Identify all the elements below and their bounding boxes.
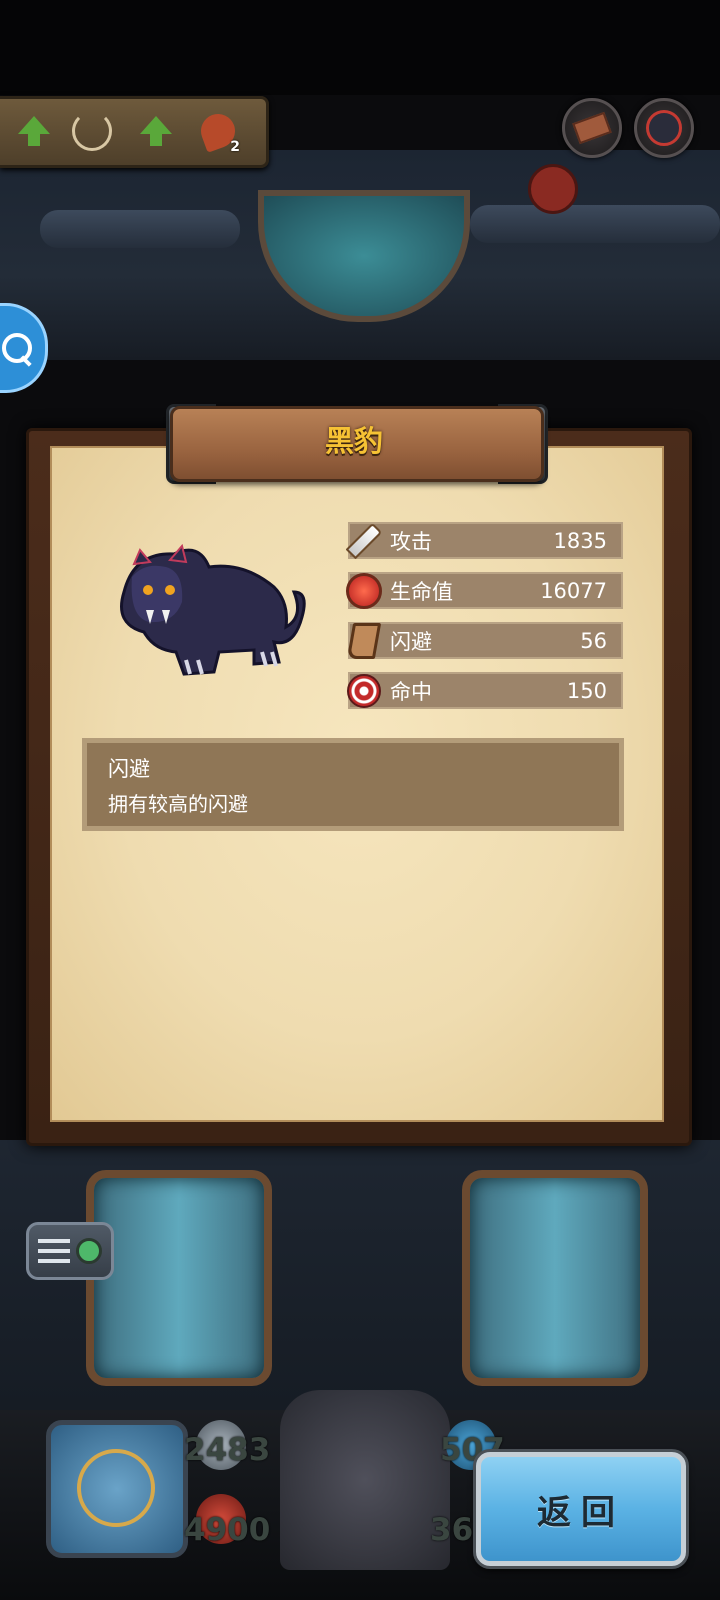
specimen-tank-right bbox=[462, 1170, 648, 1386]
stat-value: 1835 bbox=[553, 528, 607, 553]
up-arrow-icon[interactable] bbox=[134, 109, 178, 153]
beast-head-icon bbox=[646, 110, 682, 146]
compass-icon bbox=[77, 1449, 155, 1527]
stat-row-attack: 攻击 1835 bbox=[345, 522, 623, 559]
brick-icon bbox=[572, 111, 612, 145]
stat-row-dodge: 闪避 56 bbox=[346, 622, 623, 659]
hud-attack-value: 2483 bbox=[184, 1432, 271, 1468]
stat-label: 命中 bbox=[390, 679, 432, 704]
stat-row-health: 生命值 16077 bbox=[346, 572, 623, 609]
stat-value: 150 bbox=[566, 678, 607, 703]
fire-beast-icon[interactable]: 2 bbox=[196, 109, 240, 155]
buff-bar: 2 bbox=[0, 96, 269, 168]
stat-value: 16077 bbox=[540, 578, 607, 603]
stat-row-accuracy: 命中 150 bbox=[347, 672, 623, 709]
target-icon bbox=[344, 671, 384, 711]
stat-label: 攻击 bbox=[390, 529, 432, 554]
brick-button[interactable] bbox=[562, 98, 622, 158]
skill-box bbox=[82, 738, 624, 831]
specimen-tank-left bbox=[86, 1170, 272, 1386]
up-arrow-icon[interactable] bbox=[12, 109, 56, 153]
sword-icon bbox=[344, 521, 384, 561]
beast-head-button[interactable] bbox=[634, 98, 694, 158]
hero-figure bbox=[280, 1390, 450, 1570]
pipe-right bbox=[470, 205, 720, 243]
valve-icon bbox=[528, 164, 578, 214]
top-dark-band bbox=[0, 0, 720, 95]
boot-icon bbox=[344, 621, 384, 661]
pipe-left bbox=[40, 210, 240, 248]
skill-name: 闪避 bbox=[108, 757, 150, 781]
menu-lines-icon bbox=[38, 1239, 70, 1263]
fire-beast-count: 2 bbox=[230, 139, 240, 155]
candelabra-icon[interactable] bbox=[70, 109, 114, 153]
skill-description: 拥有较高的闪避 bbox=[108, 792, 248, 816]
potion-icon bbox=[344, 571, 384, 611]
black-panther-portrait bbox=[120, 543, 306, 676]
stat-value: 56 bbox=[580, 628, 607, 653]
hud-gold-value: 36 bbox=[430, 1512, 474, 1548]
menu-dot-icon bbox=[76, 1238, 102, 1264]
monster-name: 黑豹 bbox=[324, 424, 383, 458]
hud-health-value: 4900 bbox=[184, 1512, 271, 1548]
back-button-label: 返回 bbox=[537, 1492, 625, 1533]
hero-portrait[interactable] bbox=[46, 1420, 188, 1558]
stat-label: 闪避 bbox=[390, 629, 432, 654]
menu-button[interactable] bbox=[26, 1222, 114, 1280]
stat-label: 生命值 bbox=[390, 579, 453, 604]
back-button[interactable]: 返回 bbox=[476, 1452, 686, 1566]
search-icon bbox=[2, 333, 32, 363]
